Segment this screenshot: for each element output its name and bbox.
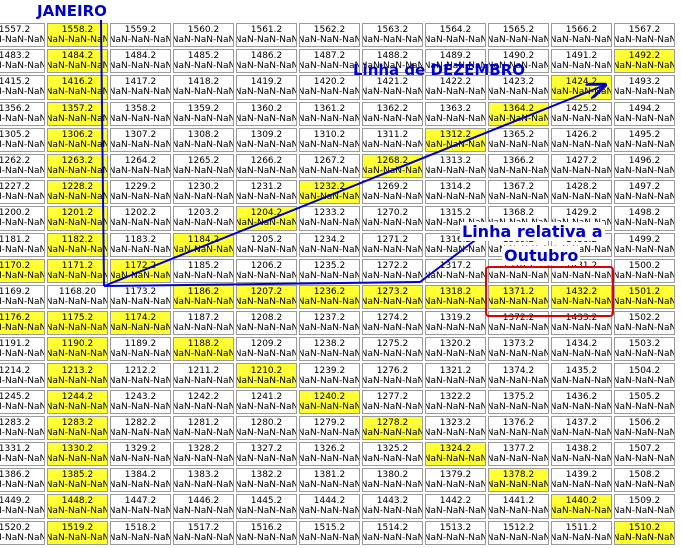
dezembro-label: Linha de DEZEMBRO	[353, 61, 526, 79]
outubro-label-line1: Linha relativa a	[460, 222, 605, 241]
base-horizontal-line	[103, 281, 421, 287]
outubro-highlight-box	[485, 266, 614, 317]
annotation-overlay	[100, 19, 614, 317]
janeiro-label: JANEIRO	[37, 2, 107, 20]
outubro-arrow	[419, 237, 479, 283]
janeiro-vertical-line	[100, 19, 105, 287]
outubro-label-line2: Outubro	[502, 246, 581, 265]
